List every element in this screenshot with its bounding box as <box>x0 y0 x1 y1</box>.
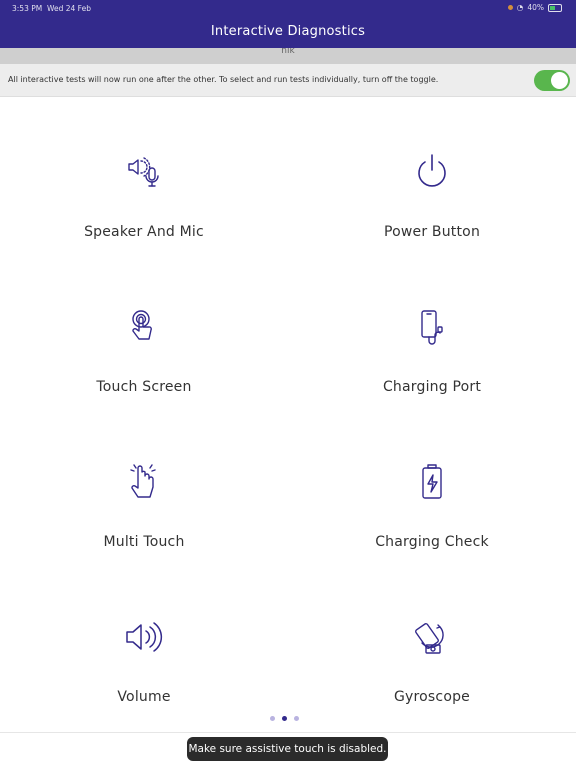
gyroscope-icon <box>412 617 452 657</box>
test-label: Speaker And Mic <box>84 224 204 240</box>
test-charging-port[interactable]: Charging Port <box>288 251 576 406</box>
volume-icon <box>124 617 164 657</box>
tests-grid: Speaker And Mic Power Button Touch Scree… <box>0 96 576 716</box>
test-charging-check[interactable]: Charging Check <box>288 406 576 561</box>
battery-percent: 40% <box>527 3 544 12</box>
status-bar: 3:53 PM Wed 24 Feb ◔ 40% <box>0 0 576 16</box>
recording-dot-icon <box>507 5 513 10</box>
test-power-button[interactable]: Power Button <box>288 96 576 251</box>
test-label: Multi Touch <box>103 534 185 550</box>
toggle-knob <box>551 72 568 89</box>
page-indicator[interactable] <box>270 716 299 721</box>
battery-charging-icon <box>412 462 452 502</box>
test-label: Touch Screen <box>96 379 192 395</box>
page-title: Interactive Diagnostics <box>210 24 366 39</box>
bottom-divider <box>0 732 576 733</box>
app-header: 3:53 PM Wed 24 Feb ◔ 40% Interactive Dia… <box>0 0 576 48</box>
page-dot-3[interactable] <box>294 716 299 721</box>
power-icon <box>412 152 452 192</box>
battery-icon <box>548 3 562 12</box>
notice-text: All interactive tests will now run one a… <box>8 75 439 84</box>
charging-port-icon <box>412 307 452 347</box>
test-volume[interactable]: Volume <box>0 561 288 716</box>
test-label: Power Button <box>383 224 481 240</box>
test-gyroscope[interactable]: Gyroscope <box>288 561 576 716</box>
test-touch-screen[interactable]: Touch Screen <box>0 251 288 406</box>
toast-message: Make sure assistive touch is disabled. <box>187 737 388 761</box>
speaker-mic-icon <box>124 152 164 192</box>
test-multi-touch[interactable]: Multi Touch <box>0 406 288 561</box>
test-label: Charging Port <box>382 379 482 395</box>
test-label: Gyroscope <box>393 689 470 705</box>
run-all-toggle[interactable] <box>534 70 570 91</box>
sequential-run-notice: All interactive tests will now run one a… <box>0 64 576 97</box>
subtitle-text: nik <box>281 48 295 56</box>
page-dot-1[interactable] <box>270 716 275 721</box>
page-dot-2[interactable] <box>282 716 287 721</box>
test-label: Volume <box>117 689 171 705</box>
test-label: Charging Check <box>375 534 489 550</box>
status-indicators: ◔ 40% <box>507 3 562 12</box>
touch-icon <box>124 307 164 347</box>
subtitle-strip: nik <box>0 48 576 64</box>
status-time: 3:53 PM Wed 24 Feb <box>12 4 91 13</box>
test-speaker-and-mic[interactable]: Speaker And Mic <box>0 96 288 251</box>
wifi-icon: ◔ <box>516 3 524 12</box>
multi-touch-icon <box>124 462 164 502</box>
